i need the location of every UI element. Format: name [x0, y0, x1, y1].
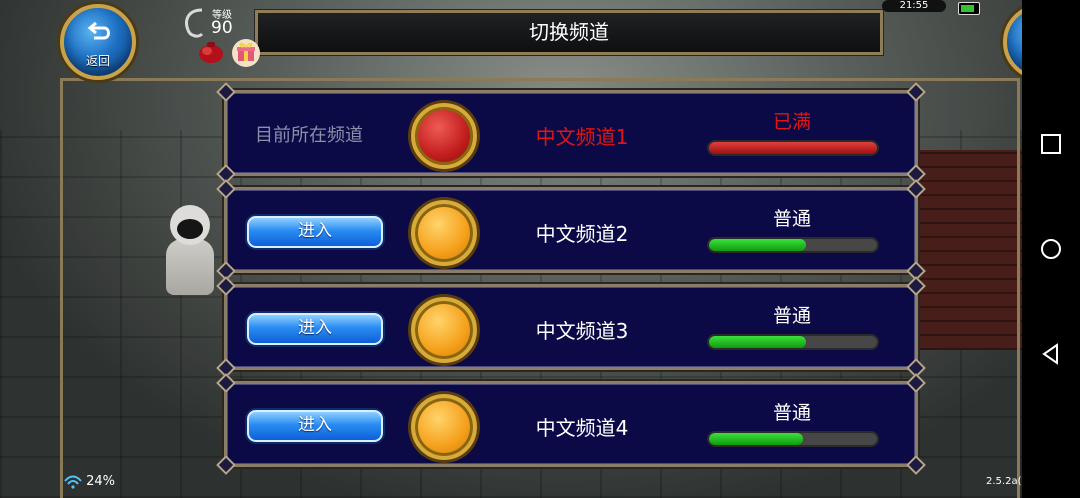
channel-name: 中文频道4 [535, 416, 629, 440]
current-channel-label: 目前所在频道 [255, 125, 363, 146]
enter-channel-button[interactable]: 进入 [247, 313, 383, 345]
recent-apps-icon[interactable] [1039, 132, 1063, 156]
home-nav-icon[interactable] [1039, 237, 1063, 261]
channel-load-bar [707, 334, 879, 350]
battery-icon [958, 2, 980, 15]
enter-channel-button[interactable]: 进入 [247, 216, 383, 248]
battery-percent: 24% [86, 474, 116, 489]
channel-load-fill [709, 433, 804, 445]
status-time: 21:55 [882, 0, 946, 12]
channel-load-fill [709, 239, 807, 251]
level-swirl-icon [185, 8, 204, 38]
channel-status: 普通 [772, 305, 811, 327]
channel-load-bar [707, 431, 879, 447]
channel-status-orb-icon [411, 200, 477, 266]
channel-status-orb-icon [411, 297, 477, 363]
channel-row-4: 进入 中文频道4 普通 [216, 373, 926, 475]
gift-box-icon[interactable] [231, 38, 261, 68]
back-label: 返回 [85, 54, 110, 68]
channel-load-fill [709, 336, 807, 348]
channel-name: 中文频道3 [535, 319, 629, 343]
back-arrow-icon [87, 21, 110, 40]
channel-load-bar [707, 237, 879, 253]
title-bar: 切换频道 [254, 9, 884, 56]
channel-status: 普通 [772, 208, 811, 230]
level-value: 90 [211, 18, 233, 38]
enter-channel-button[interactable]: 进入 [247, 410, 383, 442]
channel-name: 中文频道1 [535, 125, 629, 149]
channel-load-fill [709, 142, 877, 154]
signal-icon [64, 475, 82, 489]
battery-status: 24% [64, 474, 115, 489]
channel-row-1: 目前所在频道 中文频道1 已满 [216, 82, 926, 184]
channel-load-bar [707, 140, 879, 156]
channel-name: 中文频道2 [535, 222, 629, 246]
back-nav-icon[interactable] [1039, 342, 1063, 366]
channel-status-orb-icon [411, 103, 477, 169]
back-button[interactable]: 返回 [60, 4, 136, 80]
page-title: 切换频道 [529, 20, 609, 44]
channel-status-orb-icon [411, 394, 477, 460]
channel-row-2: 进入 中文频道2 普通 [216, 179, 926, 281]
red-bag-icon[interactable] [197, 40, 225, 64]
channel-row-3: 进入 中文频道3 普通 [216, 276, 926, 378]
system-nav-bar [1022, 0, 1080, 498]
channel-status: 普通 [772, 402, 811, 424]
channel-status: 已满 [772, 111, 811, 133]
